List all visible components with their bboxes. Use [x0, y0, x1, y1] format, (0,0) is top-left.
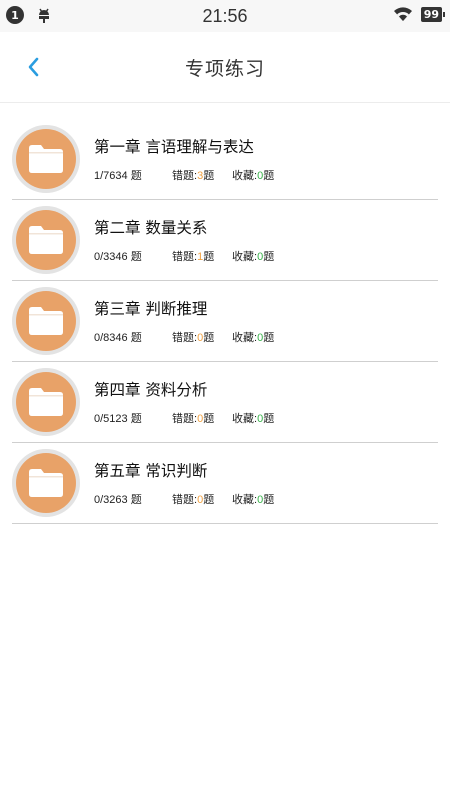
chapter-stats: 0/5123 题 错题:0题 收藏:0题 — [94, 410, 274, 426]
chapter-stats: 1/7634 题 错题:3题 收藏:0题 — [94, 167, 274, 183]
wrong-stat: 错题:1题 — [172, 251, 215, 263]
chapter-stats: 0/8346 题 错题:0题 收藏:0题 — [94, 329, 274, 345]
chapter-item[interactable]: 第四章 资料分析 0/5123 题 错题:0题 收藏:0题 — [12, 362, 438, 443]
chapter-item[interactable]: 第三章 判断推理 0/8346 题 错题:0题 收藏:0题 — [12, 281, 438, 362]
wrong-stat: 错题:0题 — [172, 332, 215, 344]
progress-text: 0/3263 题 — [94, 494, 142, 506]
chapter-stats: 0/3263 题 错题:0题 收藏:0题 — [94, 491, 274, 507]
fav-stat: 收藏:0题 — [232, 413, 275, 425]
wrong-stat: 错题:0题 — [172, 413, 215, 425]
fav-stat: 收藏:0题 — [232, 494, 275, 506]
fav-stat: 收藏:0题 — [232, 170, 275, 182]
progress-text: 0/5123 题 — [94, 413, 142, 425]
folder-icon — [29, 307, 63, 335]
progress-text: 0/8346 题 — [94, 332, 142, 344]
progress-text: 1/7634 题 — [94, 170, 142, 182]
chapter-list: 第一章 言语理解与表达 1/7634 题 错题:3题 收藏:0题 第二章 数量关… — [0, 103, 450, 524]
app-header: 专项练习 — [0, 32, 450, 103]
status-right: 99 — [393, 6, 446, 22]
chapter-title: 第一章 言语理解与表达 — [94, 138, 254, 156]
wrong-stat: 错题:0题 — [172, 494, 215, 506]
avatar — [12, 206, 80, 274]
page-title: 专项练习 — [184, 57, 265, 80]
chapter-title: 第五章 常识判断 — [94, 462, 208, 480]
notification-count-badge: 1 — [6, 6, 24, 24]
folder-icon — [29, 388, 63, 416]
chapter-title: 第三章 判断推理 — [94, 300, 208, 318]
wifi-icon — [393, 7, 412, 21]
avatar — [12, 125, 80, 193]
status-bar: 1 21:56 99 — [0, 0, 450, 32]
fav-stat: 收藏:0题 — [232, 332, 275, 344]
chapter-item[interactable]: 第二章 数量关系 0/3346 题 错题:1题 收藏:0题 — [12, 200, 438, 281]
avatar — [12, 449, 80, 517]
back-arrow-icon[interactable] — [22, 55, 46, 79]
chapter-item[interactable]: 第五章 常识判断 0/3263 题 错题:0题 收藏:0题 — [12, 443, 438, 524]
status-time: 21:56 — [202, 5, 248, 26]
fav-stat: 收藏:0题 — [232, 251, 275, 263]
chapter-item[interactable]: 第一章 言语理解与表达 1/7634 题 错题:3题 收藏:0题 — [12, 119, 438, 200]
avatar — [12, 368, 80, 436]
status-left: 1 — [6, 6, 52, 24]
progress-text: 0/3346 题 — [94, 251, 142, 263]
battery-icon: 99 — [420, 6, 446, 22]
folder-icon — [29, 469, 63, 497]
folder-icon — [29, 226, 63, 254]
folder-icon — [29, 145, 63, 173]
chapter-title: 第二章 数量关系 — [94, 219, 208, 237]
chapter-title: 第四章 资料分析 — [94, 381, 208, 399]
chapter-stats: 0/3346 题 错题:1题 收藏:0题 — [94, 248, 274, 264]
wrong-stat: 错题:3题 — [172, 170, 215, 182]
android-debug-icon — [39, 8, 49, 23]
avatar — [12, 287, 80, 355]
